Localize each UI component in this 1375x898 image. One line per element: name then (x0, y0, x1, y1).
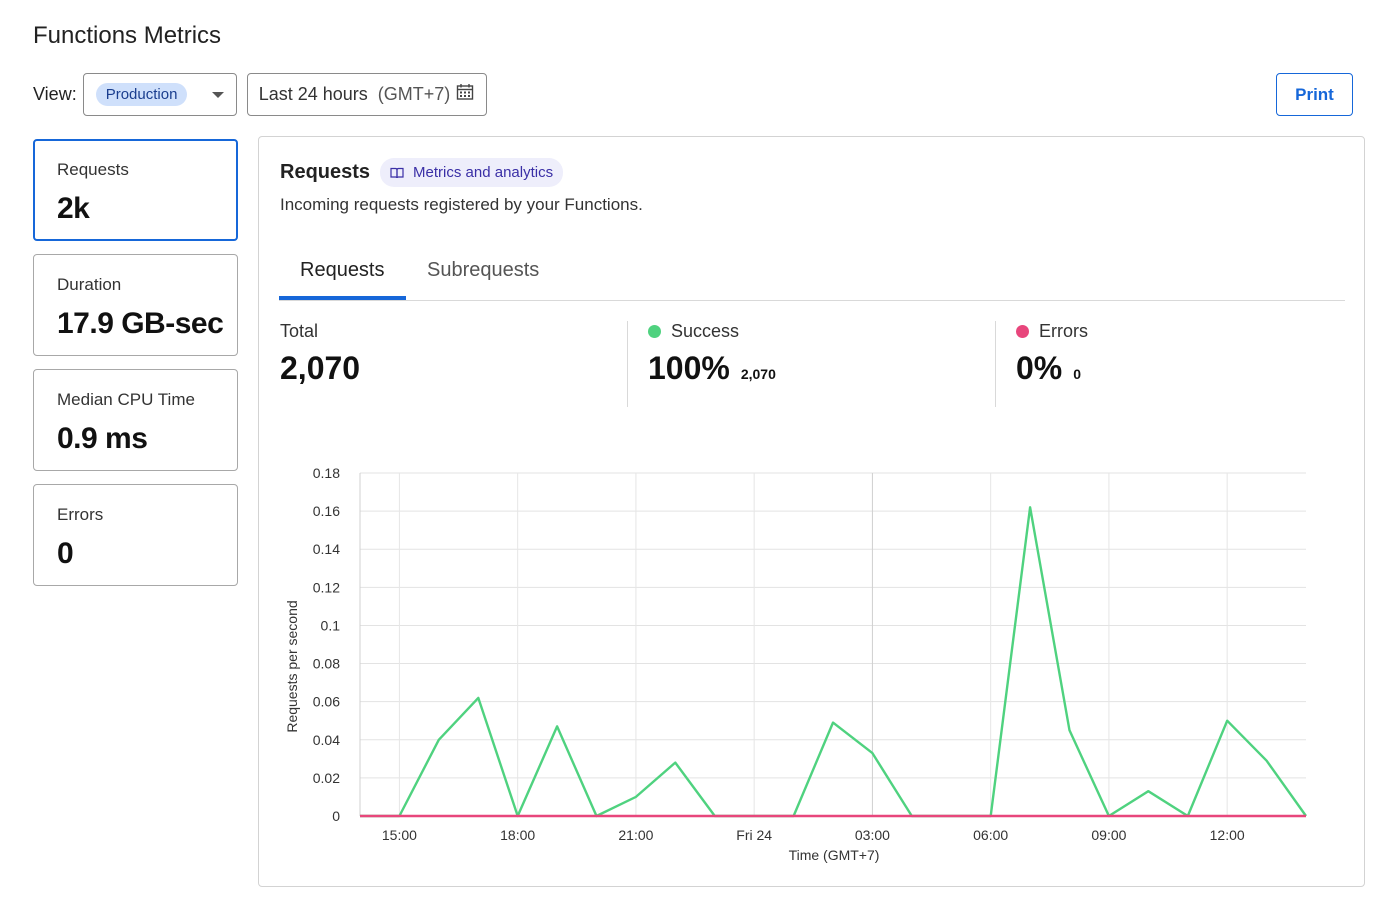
tab-requests[interactable]: Requests (300, 259, 385, 282)
x-tick-label: Fri 24 (736, 827, 772, 843)
stat-count: 2,070 (740, 366, 776, 382)
stat-value: 2,070 (280, 350, 361, 386)
divider (995, 321, 996, 407)
active-tab-indicator (279, 296, 406, 300)
y-tick-label: 0.16 (313, 503, 340, 519)
chevron-down-icon (211, 92, 224, 98)
x-tick-label: 06:00 (973, 827, 1008, 843)
y-tick-label: 0.08 (313, 656, 340, 672)
y-tick-label: 0.1 (321, 617, 341, 633)
x-tick-label: 09:00 (1091, 827, 1126, 843)
book-icon (390, 167, 404, 178)
metric-label: Median CPU Time (57, 390, 195, 409)
stat-label: Total (280, 321, 319, 341)
docs-link-label: Metrics and analytics (413, 164, 554, 181)
metric-label: Requests (57, 160, 129, 179)
tab-subrequests[interactable]: Subrequests (427, 259, 539, 282)
panel-title: Requests (280, 161, 371, 183)
metric-card-errors[interactable]: Errors 0 (33, 484, 238, 586)
metric-value: 0 (57, 537, 74, 570)
metric-value: 17.9 GB-sec (57, 307, 224, 340)
page-title: Functions Metrics (33, 22, 222, 49)
metric-label: Duration (57, 275, 122, 294)
requests-chart: 0 0.02 0.04 0.06 0.08 0.1 0.12 0.14 0.16 0.18 15:0… (284, 465, 1307, 863)
x-tick-label: 15:00 (382, 827, 417, 843)
toolbar: View: Production Last 24 hours (GMT+7) (33, 73, 487, 116)
metric-value: 2k (57, 192, 90, 225)
view-label: View: (33, 84, 77, 104)
x-tick-label: 03:00 (855, 827, 890, 843)
x-axis-title: Time (GMT+7) (789, 847, 880, 863)
x-tick-label: 21:00 (618, 827, 653, 843)
panel-description: Incoming requests registered by your Fun… (280, 195, 643, 214)
series-line-success (360, 506, 1307, 818)
errors-dot-icon (1016, 325, 1029, 338)
y-axis-title: Requests per second (284, 600, 300, 732)
time-range-select[interactable]: Last 24 hours (GMT+7) (246, 73, 487, 116)
metric-card-duration[interactable]: Duration 17.9 GB-sec (33, 254, 238, 356)
stat-label: Errors (1039, 321, 1088, 341)
panel-header: Requests Metrics and analytics (280, 158, 564, 187)
success-dot-icon (648, 325, 661, 338)
metric-value: 0.9 ms (57, 422, 148, 455)
y-tick-label: 0.06 (313, 694, 340, 710)
stat-count: 0 (1073, 366, 1082, 382)
docs-link[interactable]: Metrics and analytics (380, 158, 564, 187)
time-range-label: Last 24 hours (258, 84, 368, 104)
divider (627, 321, 628, 407)
calendar-icon (456, 83, 474, 106)
print-button[interactable]: Print (1276, 73, 1353, 116)
y-tick-label: 0.02 (313, 770, 340, 786)
x-tick-label: 18:00 (500, 827, 535, 843)
metric-label: Errors (57, 505, 104, 524)
y-tick-label: 0.04 (313, 732, 340, 748)
panel-tabs: Requests Subrequests (279, 245, 1345, 301)
y-tick-label: 0.12 (313, 579, 340, 595)
environment-pill: Production (95, 83, 188, 106)
stat-total: Total 2,070 (280, 321, 360, 407)
time-range-timezone: (GMT+7) (377, 84, 451, 104)
y-tick-label: 0.18 (313, 465, 340, 481)
stat-value: 0% (1016, 350, 1063, 386)
metric-card-median-cpu-time[interactable]: Median CPU Time 0.9 ms (33, 369, 238, 471)
stat-value: 100% (648, 350, 730, 386)
environment-select[interactable]: Production (82, 73, 237, 116)
x-tick-label: 12:00 (1210, 827, 1245, 843)
stat-label: Success (671, 321, 740, 341)
y-tick-label: 0.14 (313, 541, 340, 557)
y-tick-label: 0 (332, 808, 340, 824)
stats-row: Total 2,070 Success 100% 2,070 Errors 0% (280, 321, 1346, 407)
stat-success: Success 100% 2,070 (648, 321, 776, 407)
metric-card-requests[interactable]: Requests 2k (33, 139, 238, 241)
stat-errors: Errors 0% 0 (1016, 321, 1088, 407)
